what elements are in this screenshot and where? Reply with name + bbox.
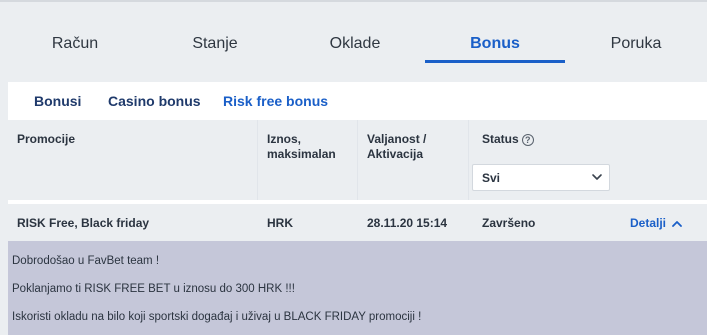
- sub-tabs: Bonusi Casino bonus Risk free bonus: [8, 82, 707, 120]
- row-validity: 28.11.20 15:14: [367, 216, 448, 230]
- details-toggle[interactable]: Detalji: [630, 216, 683, 230]
- header-status: Status?: [482, 132, 534, 147]
- tab-poruka[interactable]: Poruka: [565, 24, 707, 64]
- tab-bonus[interactable]: Bonus: [425, 24, 565, 64]
- details-line-1: Dobrodošao u FavBet team !: [12, 255, 160, 267]
- tab-stanje[interactable]: Stanje: [145, 24, 285, 64]
- status-filter-value: Svi: [482, 171, 501, 185]
- sub-tab-risk-free-bonus[interactable]: Risk free bonus: [223, 93, 328, 109]
- status-filter-select[interactable]: Svi: [472, 164, 610, 191]
- details-line-2: Poklanjamo ti RISK FREE BET u iznosu do …: [12, 283, 295, 295]
- details-line-3: Iskoristi okladu na bilo koji sportski d…: [12, 311, 422, 323]
- header-valjanost-line2: Aktivacija: [367, 147, 424, 161]
- header-valjanost: Valjanost / Aktivacija: [367, 132, 426, 162]
- tab-oklade[interactable]: Oklade: [285, 24, 425, 64]
- column-divider: [257, 120, 258, 200]
- column-divider: [357, 120, 358, 200]
- bonus-panel: Bonusi Casino bonus Risk free bonus Prom…: [8, 82, 707, 335]
- details-panel: Dobrodošao u FavBet team ! Poklanjamo ti…: [8, 241, 707, 335]
- main-tabs: Račun Stanje Oklade Bonus Poruka: [0, 24, 707, 64]
- tab-racun[interactable]: Račun: [0, 24, 150, 64]
- header-iznos-line1: Iznos,: [267, 132, 302, 146]
- header-iznos: Iznos, maksimalan: [267, 132, 336, 162]
- top-divider: [0, 0, 707, 2]
- chevron-up-icon: [672, 220, 683, 227]
- sub-tab-bonusi[interactable]: Bonusi: [34, 93, 81, 109]
- row-promo: RISK Free, Black friday: [17, 216, 150, 230]
- chevron-down-icon: [592, 174, 602, 180]
- sub-tab-casino-bonus[interactable]: Casino bonus: [108, 93, 201, 109]
- column-divider: [468, 120, 469, 200]
- header-valjanost-line1: Valjanost /: [367, 132, 427, 146]
- header-iznos-line2: maksimalan: [267, 147, 336, 161]
- details-label: Detalji: [630, 216, 667, 230]
- row-amount: HRK: [267, 216, 293, 230]
- header-promocije: Promocije: [17, 132, 76, 146]
- table-row: RISK Free, Black friday HRK 28.11.20 15:…: [8, 204, 707, 241]
- info-icon[interactable]: ?: [521, 133, 534, 146]
- active-tab-indicator: [425, 60, 565, 63]
- row-status: Završeno: [482, 216, 536, 230]
- header-status-label: Status: [482, 132, 519, 146]
